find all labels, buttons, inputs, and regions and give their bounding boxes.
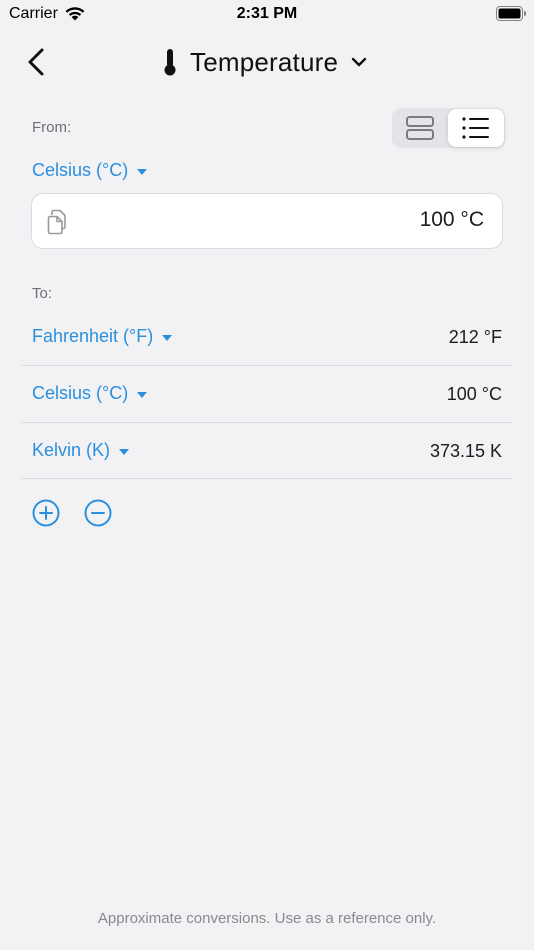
caret-down-icon (119, 448, 130, 455)
caret-down-icon (137, 168, 148, 175)
disclaimer-text: Approximate conversions. Use as a refere… (97, 910, 437, 927)
to-unit-dropdown-kelvin[interactable]: Kelvin (K) (32, 440, 130, 461)
row-divider (22, 478, 512, 479)
result-value: 100 °C (446, 384, 502, 404)
to-unit-label: Kelvin (K) (32, 440, 111, 460)
status-bar: Carrier 2:31 PM (0, 0, 534, 28)
result-row-fahrenheit: Fahrenheit (°F) 212 °F (22, 309, 512, 366)
cards-view-icon (406, 116, 434, 140)
list-view-icon (462, 117, 489, 139)
minus-circle-icon[interactable] (84, 499, 112, 527)
caret-down-icon (162, 334, 173, 341)
caret-down-icon (137, 391, 148, 398)
thermometer-icon (164, 49, 176, 76)
category-selector[interactable]: Temperature (158, 44, 368, 80)
from-value: 100 °C (419, 208, 484, 231)
from-unit-dropdown[interactable]: Celsius (°C) (32, 160, 148, 181)
view-toggle (392, 108, 505, 148)
converter-screen: Carrier 2:31 PM Temperature From: Celsiu… (0, 0, 534, 950)
from-unit-label: Celsius (°C) (32, 160, 129, 180)
to-unit-dropdown-fahrenheit[interactable]: Fahrenheit (°F) (32, 326, 173, 347)
result-value: 212 °F (448, 327, 502, 347)
to-unit-label: Celsius (°C) (32, 383, 129, 403)
page-title: Temperature (190, 46, 339, 77)
to-unit-dropdown-celsius[interactable]: Celsius (°C) (32, 383, 148, 404)
battery-icon (496, 6, 526, 21)
paste-icon[interactable] (46, 209, 70, 235)
list-view-button[interactable] (448, 109, 504, 147)
to-unit-label: Fahrenheit (°F) (32, 326, 154, 346)
result-row-celsius: Celsius (°C) 100 °C (22, 366, 512, 423)
to-label: To: (32, 285, 53, 302)
result-row-kelvin: Kelvin (K) 373.15 K (22, 423, 512, 480)
from-value-field[interactable]: 100 °C (31, 193, 503, 249)
result-value: 373.15 K (429, 441, 502, 461)
chevron-down-icon (351, 57, 367, 67)
cards-view-button[interactable] (394, 108, 446, 148)
back-chevron-icon[interactable] (22, 44, 52, 80)
status-time: 2:31 PM (236, 5, 298, 22)
plus-circle-icon[interactable] (32, 499, 60, 527)
from-label: From: (32, 119, 72, 136)
